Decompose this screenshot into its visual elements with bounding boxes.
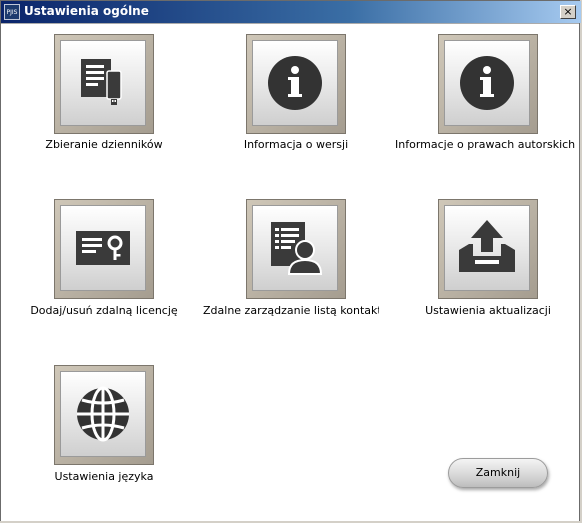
tile-language-settings[interactable] xyxy=(54,365,154,465)
window-title: Ustawienia ogólne xyxy=(24,4,149,18)
tile-remote-contact-list[interactable] xyxy=(246,199,346,299)
tile-label[interactable]: Zbieranie dzienników xyxy=(21,138,187,151)
tile-label[interactable]: Ustawienia języka xyxy=(21,470,187,483)
tile-version-info[interactable] xyxy=(246,34,346,134)
app-icon: PJIS xyxy=(4,4,20,20)
tile-remote-license[interactable] xyxy=(54,199,154,299)
title-bar[interactable]: PJIS Ustawienia ogólne × xyxy=(1,1,581,23)
tile-label[interactable]: Zdalne zarządzanie listą kontaktów xyxy=(203,304,379,317)
close-button[interactable]: Zamknij xyxy=(448,458,548,488)
settings-dialog: PJIS Ustawienia ogólne × Zbieranie dzien… xyxy=(0,0,581,521)
tile-label[interactable]: Dodaj/usuń zdalną licencję xyxy=(21,304,187,317)
tile-update-settings[interactable] xyxy=(438,199,538,299)
tile-label[interactable]: Ustawienia aktualizacji xyxy=(413,304,563,317)
content-area: Zbieranie dzienników Informacja o wersji xyxy=(1,23,579,521)
tile-log-collection[interactable] xyxy=(54,34,154,134)
title-close-button[interactable]: × xyxy=(560,5,576,19)
tile-label[interactable]: Informacja o wersji xyxy=(216,138,376,151)
tile-copyright-info[interactable] xyxy=(438,34,538,134)
tile-label[interactable]: Informacje o prawach autorskich xyxy=(395,138,579,151)
